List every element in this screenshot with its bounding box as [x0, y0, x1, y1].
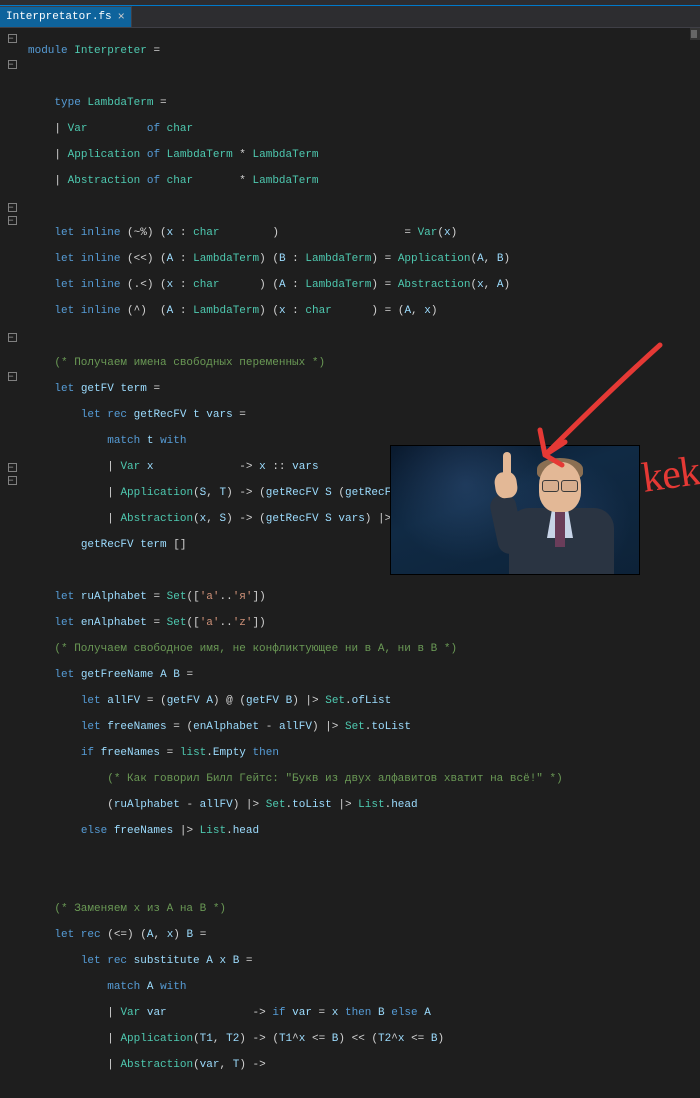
tab-interpretator[interactable]: Interpretator.fs ×: [0, 6, 132, 27]
fold-icon[interactable]: [0, 201, 24, 214]
fold-icon[interactable]: [0, 331, 24, 344]
meme-image: [390, 445, 640, 575]
fold-icon[interactable]: [0, 32, 24, 45]
close-icon[interactable]: ×: [118, 11, 125, 23]
fold-icon[interactable]: [0, 214, 24, 227]
fold-gutter: [0, 28, 24, 579]
fold-icon[interactable]: [0, 58, 24, 71]
fold-icon[interactable]: [0, 474, 24, 487]
person-figure: [489, 454, 619, 574]
fold-icon[interactable]: [0, 461, 24, 474]
tab-label: Interpretator.fs: [6, 11, 112, 23]
tab-bar: Interpretator.fs ×: [0, 6, 700, 28]
fold-icon[interactable]: [0, 370, 24, 383]
